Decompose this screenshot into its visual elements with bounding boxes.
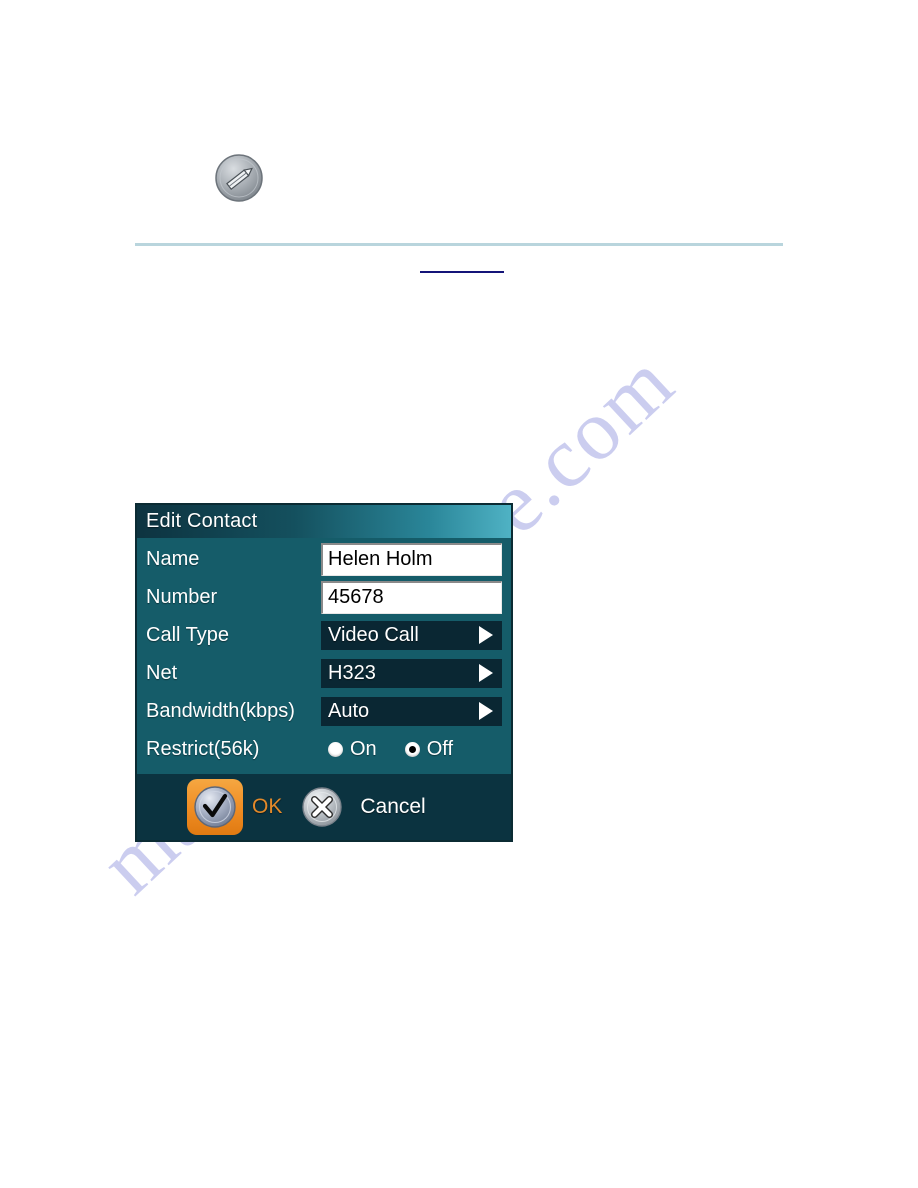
bandwidth-picker[interactable]: Auto: [321, 696, 502, 726]
horizontal-rule: [135, 243, 783, 246]
cancel-button[interactable]: Cancel: [298, 783, 426, 831]
bandwidth-value: Auto: [328, 699, 370, 722]
edit-contact-dialog: Edit Contact Name Helen Holm Number 4567…: [135, 503, 513, 842]
label-net: Net: [146, 661, 178, 684]
form-row-bandwidth: Bandwidth(kbps) Auto: [137, 692, 511, 730]
chevron-right-icon: [479, 664, 493, 682]
cancel-button-chip: [298, 783, 346, 831]
restrict-off-label: Off: [426, 737, 453, 760]
ok-button-label: OK: [252, 795, 283, 818]
form-row-restrict: Restrict(56k) On Off: [137, 730, 511, 768]
chevron-right-icon: [479, 626, 493, 644]
restrict-option-on[interactable]: On: [328, 738, 377, 761]
checkmark-icon: [194, 786, 236, 828]
label-restrict: Restrict(56k): [146, 737, 260, 760]
form-row-number: Number 45678: [137, 578, 511, 616]
inline-link[interactable]: [420, 271, 504, 273]
call-type-picker[interactable]: Video Call: [321, 620, 502, 650]
label-call-type: Call Type: [146, 623, 230, 646]
name-input[interactable]: Helen Holm: [321, 542, 502, 576]
dialog-title: Edit Contact: [146, 510, 258, 532]
pencil-round-icon: [213, 152, 265, 204]
dialog-footer: OK Cancel: [137, 774, 511, 840]
form-row-call-type: Call Type Video Call: [137, 616, 511, 654]
ok-button-chip: [187, 779, 243, 835]
ok-button[interactable]: OK: [187, 779, 282, 835]
cancel-button-label: Cancel: [360, 795, 426, 818]
call-type-value: Video Call: [328, 623, 419, 646]
form-row-net: Net H323: [137, 654, 511, 692]
number-input[interactable]: 45678: [321, 580, 502, 614]
label-name: Name: [146, 547, 200, 570]
radio-icon-off: [404, 741, 420, 757]
label-bandwidth: Bandwidth(kbps): [146, 699, 295, 722]
net-picker[interactable]: H323: [321, 658, 502, 688]
dialog-body: Name Helen Holm Number 45678 Call Type V…: [137, 538, 511, 774]
chevron-right-icon: [479, 702, 493, 720]
restrict-option-off[interactable]: Off: [404, 737, 453, 761]
label-number: Number: [146, 585, 218, 608]
net-value: H323: [328, 661, 376, 684]
document-page: manualsarchive.com: [0, 0, 918, 1188]
close-x-icon: [302, 787, 343, 827]
restrict-radio-group: On Off: [321, 738, 502, 761]
form-row-name: Name Helen Holm: [137, 540, 511, 578]
radio-icon-on: [328, 741, 343, 757]
restrict-on-label: On: [350, 737, 377, 760]
dialog-titlebar: Edit Contact: [137, 505, 511, 538]
